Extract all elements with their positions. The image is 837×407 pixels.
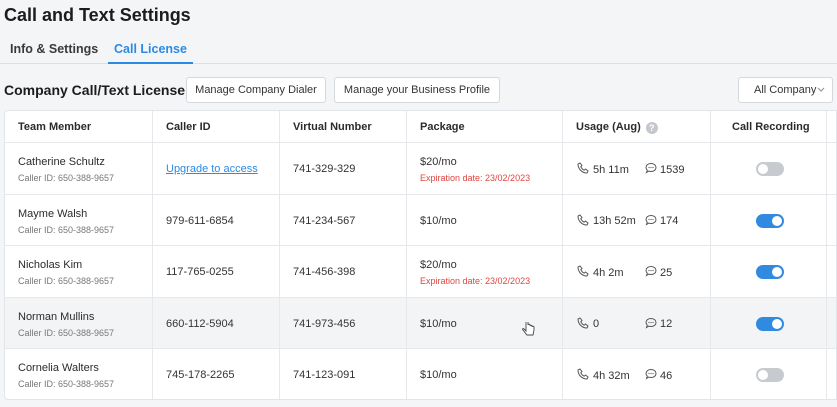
page-title: Call and Text Settings — [4, 5, 191, 25]
member-name: Catherine Schultz — [18, 156, 105, 168]
message-icon — [645, 162, 660, 177]
package-price: $20/mo — [420, 156, 457, 168]
section-title: Company Call/Text License — [4, 82, 186, 98]
column-header-label: Usage (Aug) — [576, 121, 641, 133]
tab-info-settings[interactable]: Info & Settings — [10, 42, 98, 64]
hand-cursor-icon — [522, 320, 536, 343]
help-icon[interactable]: ? — [645, 122, 658, 134]
column-header: Team Member — [18, 121, 92, 133]
usage-sms-count: 174 — [645, 214, 678, 229]
usage-sms-value: 174 — [660, 215, 679, 227]
caller-id: 745-178-2265 — [166, 369, 235, 381]
usage-sms-value: 1539 — [660, 163, 685, 176]
usage-sms-value: 25 — [660, 266, 673, 279]
usage-sms-count: 12 — [645, 317, 672, 332]
phone-icon — [577, 368, 593, 383]
member-name: Norman Mullins — [18, 310, 95, 323]
usage-call-value: 0 — [593, 318, 600, 330]
column-header: Package — [420, 121, 465, 133]
phone-icon — [577, 316, 593, 332]
virtual-number: 741-456-398 — [293, 266, 356, 278]
call-recording-toggle[interactable] — [756, 213, 784, 228]
company-select[interactable]: All Company — [738, 77, 833, 103]
member-name: Nicholas Kim — [18, 259, 83, 271]
usage-sms-count: 46 — [645, 368, 672, 383]
usage-call-time: 4h 32m — [577, 368, 630, 383]
column-header: Caller ID — [166, 121, 211, 133]
column-header-usage: Usage (Aug)? — [576, 121, 658, 134]
tab-bar: Info & Settings Call License — [0, 36, 837, 64]
usage-call-time: 5h 11m — [577, 162, 629, 177]
caller-id: 660-112-5904 — [166, 317, 234, 330]
message-icon — [645, 317, 660, 332]
call-recording-toggle[interactable] — [756, 368, 784, 382]
column-header: Call Recording — [732, 121, 810, 133]
member-name: Cornelia Walters — [18, 362, 99, 374]
package-price: $10/mo — [420, 214, 457, 227]
member-name: Mayme Walsh — [18, 207, 88, 220]
manage-company-dialer-button[interactable]: Manage Company Dialer — [186, 77, 326, 103]
caller-id: 117-765-0255 — [166, 266, 234, 278]
phone-icon — [577, 265, 593, 280]
message-icon — [645, 265, 660, 280]
member-caller-id: Caller ID: 650-388-9657 — [18, 224, 115, 235]
usage-call-time: 4h 2m — [577, 265, 624, 280]
chevron-down-icon — [816, 84, 826, 97]
usage-sms-count: 1539 — [645, 162, 684, 177]
table-row: Nicholas Kim Caller ID: 650-388-9657 117-7… — [5, 246, 836, 298]
expiration-date: Expiration date: 23/02/2023 — [420, 276, 531, 286]
caller-id: 979-611-6854 — [166, 214, 234, 227]
virtual-number: 741-234-567 — [293, 214, 356, 227]
message-icon — [645, 214, 660, 229]
call-recording-toggle[interactable] — [756, 162, 784, 176]
member-caller-id: Caller ID: 650-388-9657 — [18, 276, 115, 286]
table-row: Mayme Walsh Caller ID: 650-388-9657 979-61… — [5, 194, 836, 246]
usage-sms-count: 25 — [645, 265, 672, 280]
virtual-number: 741-329-329 — [293, 163, 356, 175]
toggle-knob — [758, 370, 768, 380]
package-price: $10/mo — [420, 369, 457, 381]
table-row: Catherine Schultz Caller ID: 650-388-9657… — [5, 143, 836, 195]
toggle-knob — [772, 267, 782, 277]
usage-call-value: 4h 32m — [593, 369, 630, 382]
virtual-number: 741-973-456 — [293, 317, 356, 330]
tab-call-license[interactable]: Call License — [108, 42, 193, 64]
package-price: $10/mo — [420, 317, 457, 330]
call-recording-toggle[interactable] — [756, 316, 784, 331]
usage-sms-value: 12 — [660, 318, 673, 330]
table-header: Team Member Caller ID Virtual Number Pac… — [5, 111, 836, 143]
expiration-date: Expiration date: 23/02/2023 — [420, 173, 531, 183]
usage-call-value: 5h 11m — [593, 163, 629, 176]
phone-icon — [577, 162, 593, 177]
phone-icon — [577, 213, 593, 229]
call-recording-toggle[interactable] — [756, 265, 784, 279]
message-icon — [645, 368, 660, 383]
upgrade-link[interactable]: Upgrade to access — [166, 163, 258, 175]
manage-business-profile-button[interactable]: Manage your Business Profile — [334, 77, 500, 103]
usage-call-time: 0 — [577, 316, 600, 332]
toggle-knob — [758, 164, 768, 174]
member-caller-id: Caller ID: 650-388-9657 — [18, 327, 115, 338]
toggle-knob — [772, 215, 782, 226]
company-select-value: All Company — [754, 84, 817, 96]
column-header: Virtual Number — [293, 121, 372, 133]
usage-sms-value: 46 — [660, 369, 673, 382]
toggle-knob — [772, 318, 782, 329]
usage-call-value: 4h 2m — [593, 266, 624, 279]
member-caller-id: Caller ID: 650-388-9657 — [18, 173, 115, 183]
package-price: $20/mo — [420, 259, 457, 271]
usage-call-value: 13h 52m — [593, 215, 636, 227]
table-row: Cornelia Walters Caller ID: 650-388-9657 7… — [5, 349, 836, 399]
table-row: Norman Mullins Caller ID: 650-388-9657 660… — [5, 297, 836, 349]
license-table: Team Member Caller ID Virtual Number Pac… — [4, 110, 837, 400]
virtual-number: 741-123-091 — [293, 369, 356, 381]
usage-call-time: 13h 52m — [577, 213, 636, 229]
member-caller-id: Caller ID: 650-388-9657 — [18, 379, 115, 389]
